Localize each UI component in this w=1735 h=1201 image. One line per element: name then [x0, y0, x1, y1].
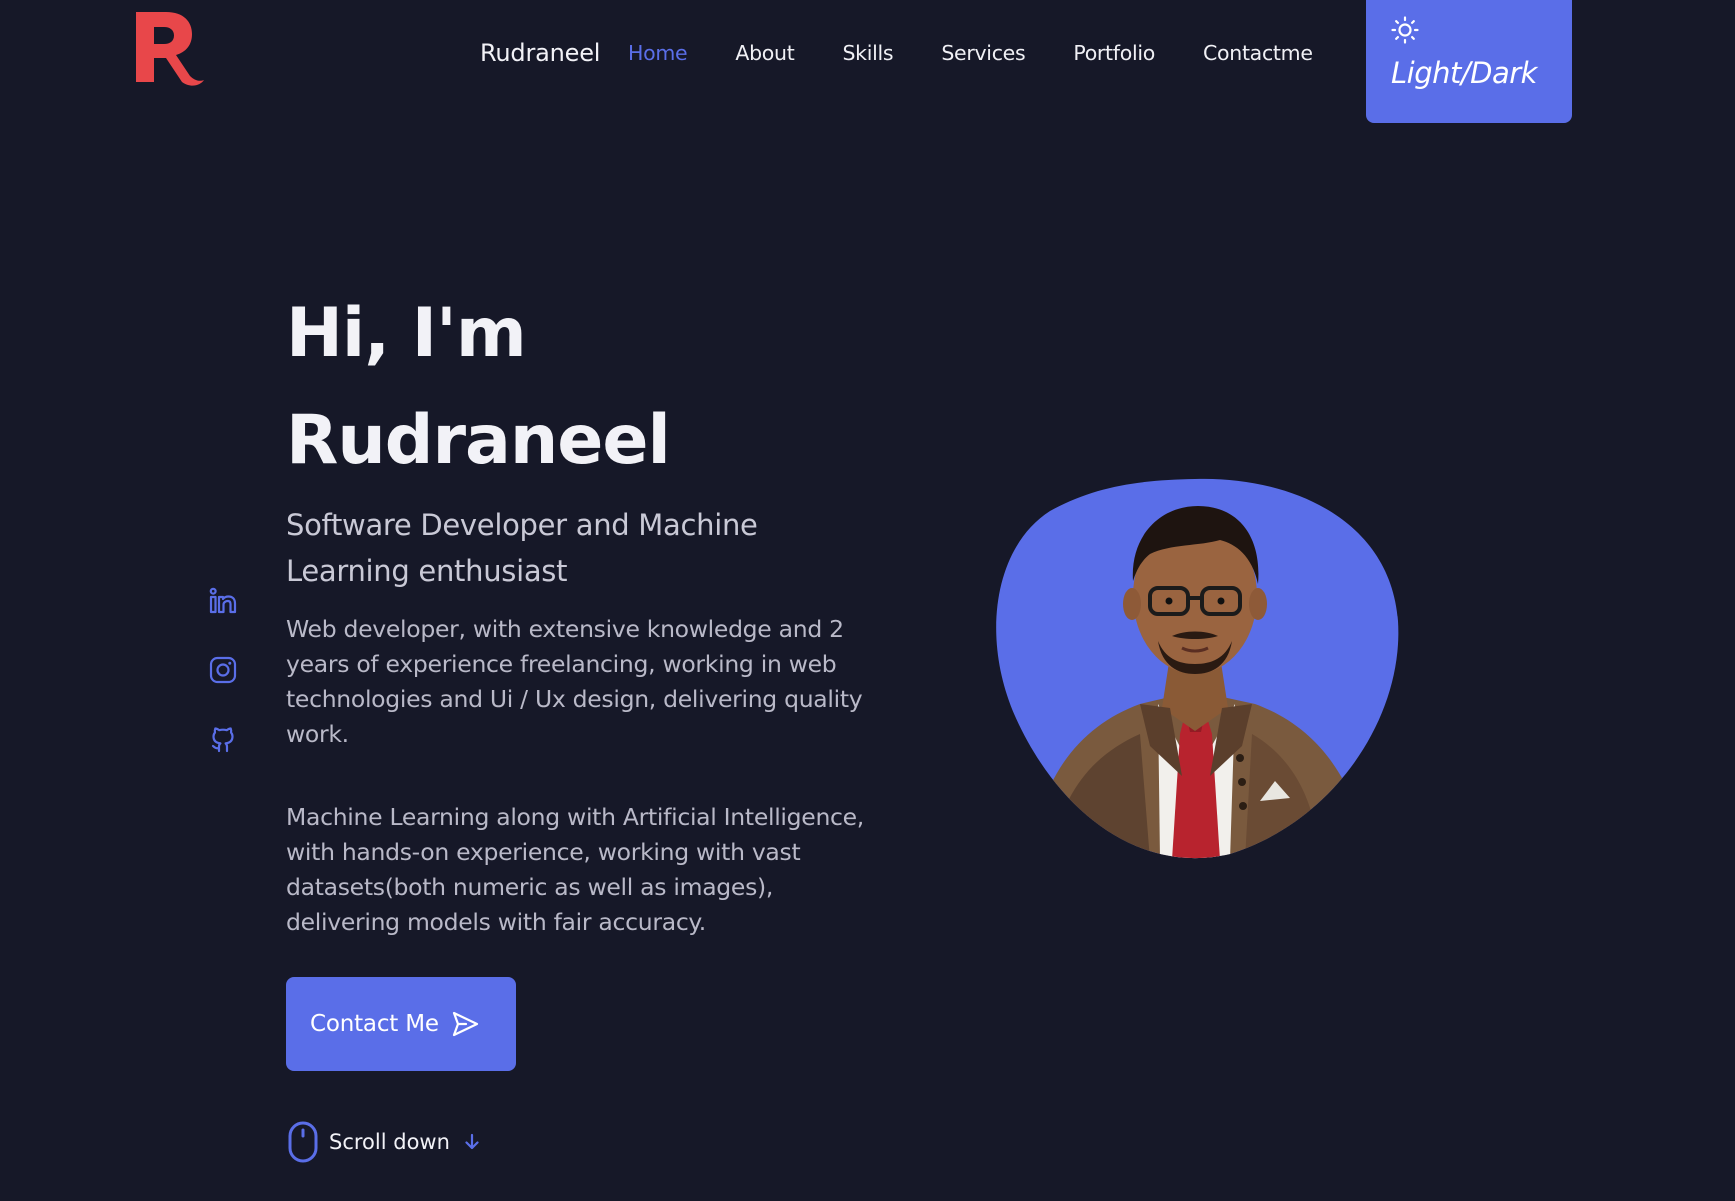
send-icon — [452, 1011, 478, 1037]
theme-toggle-button[interactable]: Light/Dark — [1366, 0, 1572, 123]
github-icon[interactable] — [208, 724, 238, 754]
hero-description-ml: Machine Learning along with Artificial I… — [286, 803, 864, 936]
arrow-down-icon — [465, 1133, 479, 1150]
brand-name[interactable]: Rudraneel — [480, 39, 600, 67]
mouse-icon — [288, 1121, 318, 1163]
main-nav: Home About Skills Services Portfolio Con… — [628, 41, 1361, 65]
nav-skills[interactable]: Skills — [842, 41, 893, 65]
nav-home[interactable]: Home — [628, 41, 688, 65]
scroll-down-link[interactable]: Scroll down — [287, 1121, 482, 1163]
nav-services[interactable]: Services — [941, 41, 1025, 65]
social-links — [208, 586, 238, 793]
hero-subtitle: Software Developer and Machine Learning … — [286, 508, 758, 588]
contact-me-label: Contact Me — [310, 1011, 439, 1037]
nav-contactme[interactable]: Contactme — [1203, 41, 1313, 65]
linkedin-icon[interactable] — [208, 586, 238, 616]
nav-about[interactable]: About — [735, 41, 794, 65]
portfolio-page: Rudraneel Home About Skills Services Por… — [0, 0, 1735, 1201]
profile-photo — [996, 478, 1399, 859]
sun-icon — [1391, 16, 1419, 44]
scroll-down-label: Scroll down — [329, 1130, 450, 1154]
hero-name: Rudraneel — [286, 401, 671, 480]
hero-section: Hi, I'm Rudraneel Software Developer and… — [286, 280, 886, 940]
logo[interactable] — [132, 10, 206, 86]
hero-greeting: Hi, I'm — [286, 294, 527, 373]
contact-me-button[interactable]: Contact Me — [286, 977, 516, 1071]
hero-description-web: Web developer, with extensive knowledge … — [286, 615, 863, 748]
theme-toggle-label: Light/Dark — [1391, 56, 1537, 90]
nav-portfolio[interactable]: Portfolio — [1073, 41, 1155, 65]
instagram-icon[interactable] — [208, 655, 238, 685]
